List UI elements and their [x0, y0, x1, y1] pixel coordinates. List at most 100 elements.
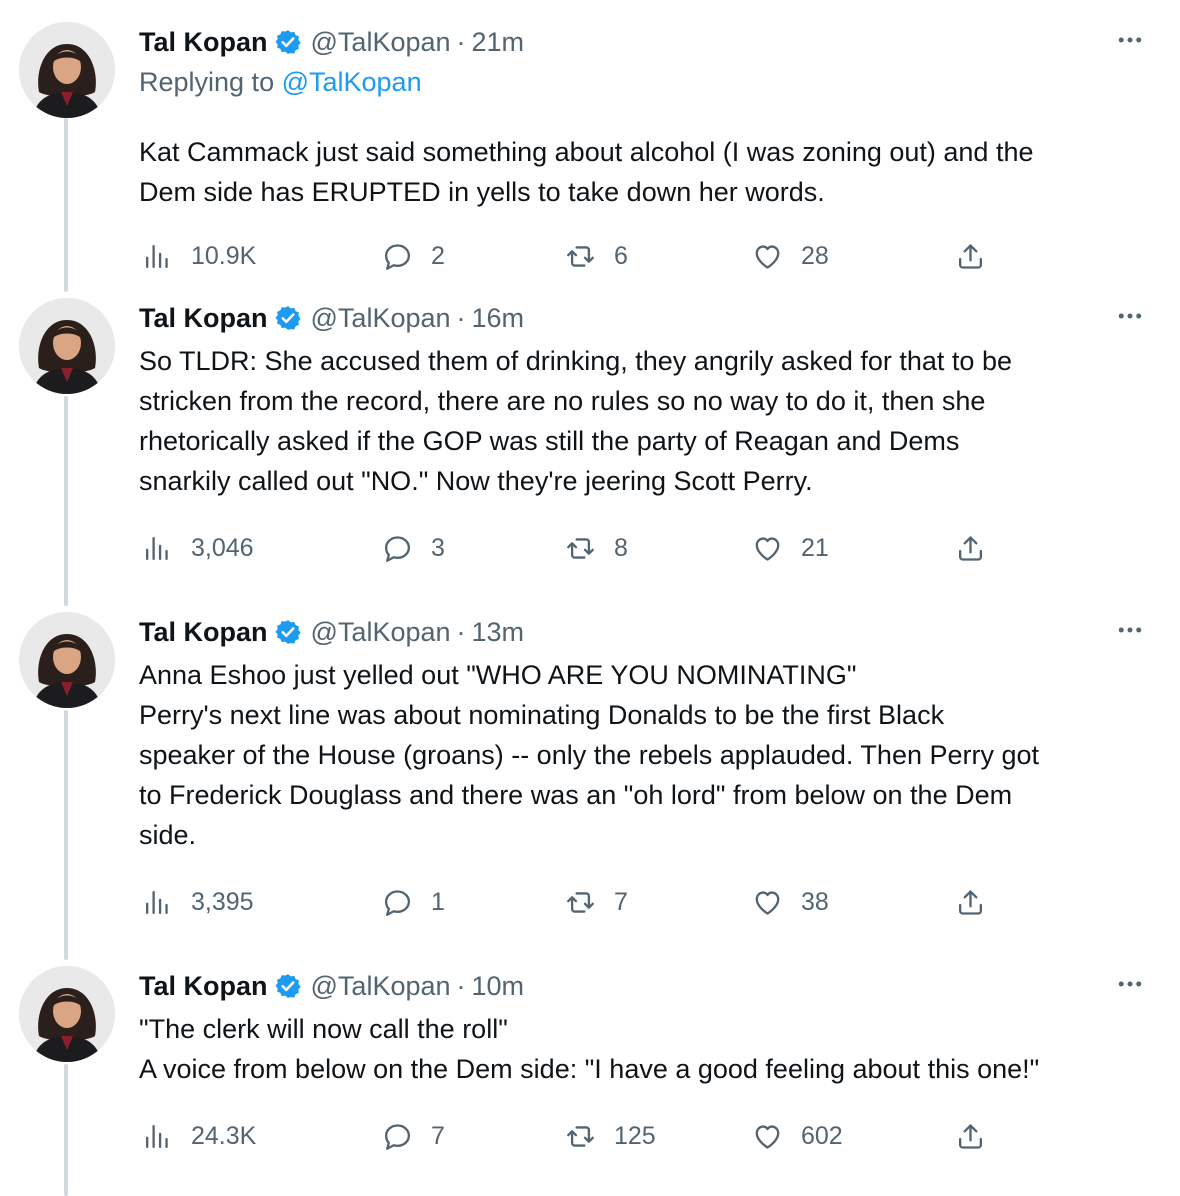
tweet-actions: 24.3K 7 125 602 [0, 1116, 1180, 1156]
like-button[interactable]: 38 [752, 882, 829, 922]
views-count: 3,046 [191, 533, 254, 562]
verified-badge-icon [274, 618, 302, 646]
more-dots-icon [1115, 301, 1145, 336]
verified-badge-icon [274, 972, 302, 1000]
tweet-text: "The clerk will now call the roll" A voi… [139, 1014, 1040, 1084]
share-button[interactable] [955, 528, 986, 568]
retweet-count: 8 [614, 533, 628, 562]
timestamp[interactable]: 10m [472, 971, 525, 1002]
timestamp[interactable]: 13m [472, 617, 525, 648]
verified-badge-icon [274, 304, 302, 332]
retweet-button[interactable]: 7 [565, 882, 628, 922]
tweet-actions: 3,046 3 8 21 [0, 528, 1180, 568]
views-button[interactable]: 24.3K [142, 1116, 256, 1156]
tweet-header: Tal Kopan @TalKopan · 13m [139, 612, 524, 652]
share-button[interactable] [955, 882, 986, 922]
retweet-count: 7 [614, 887, 628, 916]
views-button[interactable]: 3,395 [142, 882, 254, 922]
views-bar-chart-icon [142, 241, 173, 272]
reply-count: 7 [431, 1121, 445, 1150]
share-upload-icon [955, 533, 986, 564]
heart-icon [752, 241, 783, 272]
author-handle[interactable]: @TalKopan [311, 617, 451, 648]
tweet-thread: Tal Kopan @TalKopan · 21m Replying to @TalKo… [0, 0, 1180, 1196]
author-handle[interactable]: @TalKopan [311, 971, 451, 1002]
verified-badge-icon [274, 28, 302, 56]
share-upload-icon [955, 1121, 986, 1152]
share-upload-icon [955, 887, 986, 918]
retweet-arrows-icon [565, 241, 596, 272]
like-count: 38 [801, 887, 829, 916]
views-count: 10.9K [191, 241, 257, 270]
replying-to-label: Replying to [139, 67, 282, 97]
author-name[interactable]: Tal Kopan [139, 303, 268, 334]
more-dots-icon [1115, 25, 1145, 60]
retweet-arrows-icon [565, 1121, 596, 1152]
reply-count: 2 [431, 241, 445, 270]
reply-button[interactable]: 1 [382, 882, 445, 922]
reply-count: 3 [431, 533, 445, 562]
separator: · [456, 970, 466, 1001]
author-handle[interactable]: @TalKopan [311, 303, 451, 334]
more-dots-icon [1115, 615, 1145, 650]
retweet-arrows-icon [565, 533, 596, 564]
retweet-button[interactable]: 6 [565, 236, 628, 276]
retweet-arrows-icon [565, 887, 596, 918]
avatar[interactable] [19, 612, 115, 708]
more-button[interactable] [1112, 970, 1148, 1002]
reply-button[interactable]: 3 [382, 528, 445, 568]
like-button[interactable]: 21 [752, 528, 829, 568]
retweet-count: 6 [614, 241, 628, 270]
views-count: 24.3K [191, 1121, 257, 1150]
like-button[interactable]: 28 [752, 236, 829, 276]
separator: · [456, 616, 466, 647]
author-handle[interactable]: @TalKopan [311, 27, 451, 58]
timestamp[interactable]: 16m [472, 303, 525, 334]
avatar[interactable] [19, 298, 115, 394]
share-button[interactable] [955, 1116, 986, 1156]
retweet-count: 125 [614, 1121, 656, 1150]
separator: · [456, 26, 466, 57]
tweet-header: Tal Kopan @TalKopan · 10m [139, 966, 524, 1006]
thread-connector [64, 710, 68, 960]
more-dots-icon [1115, 969, 1145, 1004]
heart-icon [752, 1121, 783, 1152]
retweet-button[interactable]: 125 [565, 1116, 656, 1156]
share-button[interactable] [955, 236, 986, 276]
views-count: 3,395 [191, 887, 254, 916]
views-button[interactable]: 10.9K [142, 236, 256, 276]
reply-button[interactable]: 7 [382, 1116, 445, 1156]
tweet-text: So TLDR: She accused them of drinking, t… [139, 346, 1012, 496]
tweet-text: Anna Eshoo just yelled out "WHO ARE YOU … [139, 660, 1040, 850]
replying-to-handle[interactable]: @TalKopan [282, 67, 422, 97]
like-count: 28 [801, 241, 829, 270]
more-button[interactable] [1112, 616, 1148, 648]
reply-bubble-icon [382, 1121, 413, 1152]
views-button[interactable]: 3,046 [142, 528, 254, 568]
tweet-header: Tal Kopan @TalKopan · 21m [139, 22, 524, 62]
timestamp[interactable]: 21m [472, 27, 525, 58]
author-name[interactable]: Tal Kopan [139, 27, 268, 58]
author-name[interactable]: Tal Kopan [139, 971, 268, 1002]
avatar[interactable] [19, 22, 115, 118]
tweet-actions: 10.9K 2 6 28 [0, 236, 1180, 276]
tweet-text: Kat Cammack just said something about al… [139, 137, 1034, 207]
retweet-button[interactable]: 8 [565, 528, 628, 568]
avatar[interactable] [19, 966, 115, 1062]
thread-connector [64, 396, 68, 606]
reply-bubble-icon [382, 887, 413, 918]
reply-button[interactable]: 2 [382, 236, 445, 276]
reply-bubble-icon [382, 533, 413, 564]
views-bar-chart-icon [142, 533, 173, 564]
reply-bubble-icon [382, 241, 413, 272]
more-button[interactable] [1112, 302, 1148, 334]
more-button[interactable] [1112, 26, 1148, 58]
views-bar-chart-icon [142, 1121, 173, 1152]
tweet-actions: 3,395 1 7 38 [0, 882, 1180, 922]
like-button[interactable]: 602 [752, 1116, 843, 1156]
views-bar-chart-icon [142, 887, 173, 918]
author-name[interactable]: Tal Kopan [139, 617, 268, 648]
like-count: 602 [801, 1121, 843, 1150]
share-upload-icon [955, 241, 986, 272]
heart-icon [752, 533, 783, 564]
